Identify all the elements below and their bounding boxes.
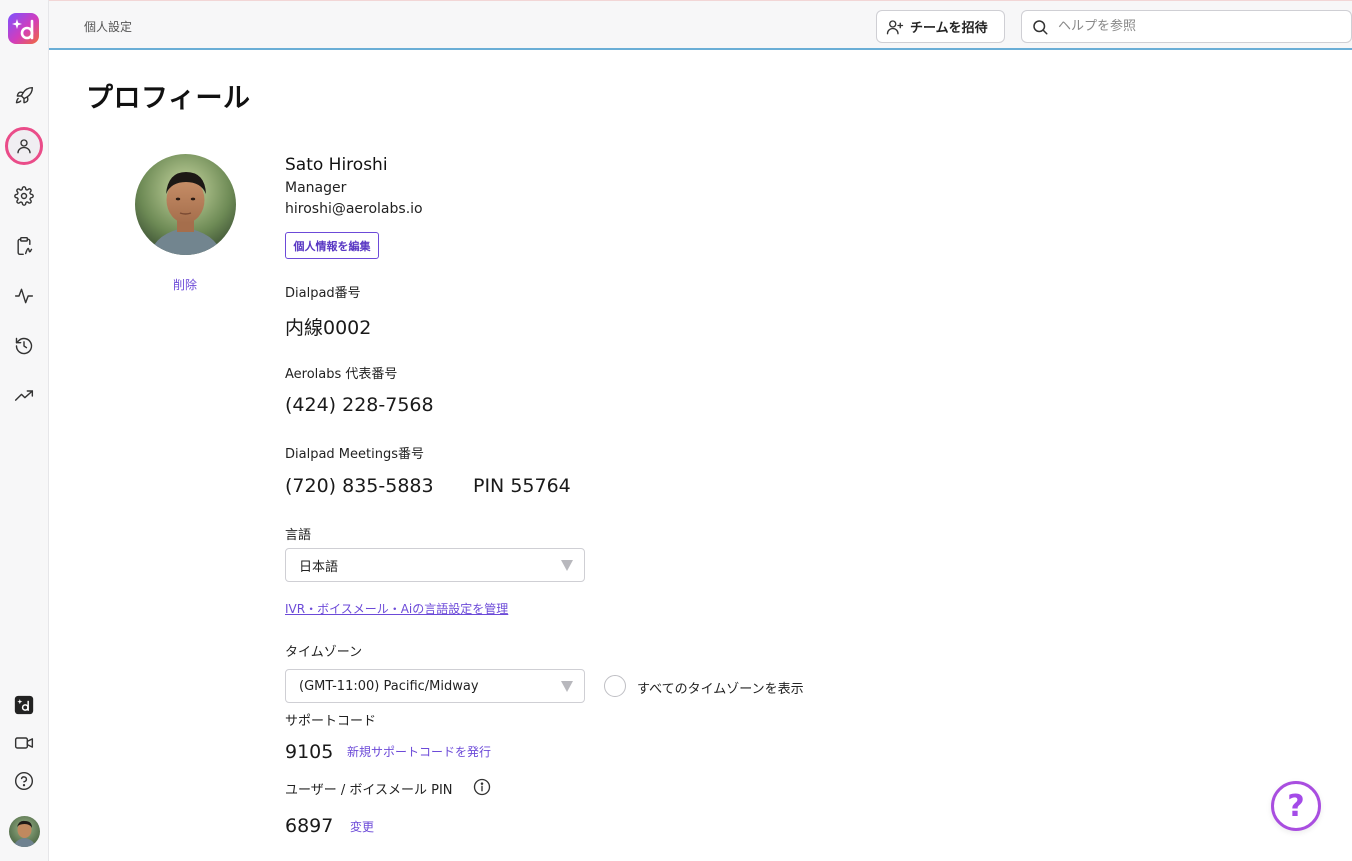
meetings-pin-value: PIN 55764 (473, 475, 571, 497)
timezone-label: タイムゾーン (285, 645, 363, 660)
clipboard-icon[interactable] (12, 234, 36, 258)
change-pin-link[interactable]: 変更 (350, 818, 374, 835)
language-selected-value: 日本語 (299, 559, 339, 575)
meetings-number-label: Dialpad Meetings番号 (285, 447, 424, 462)
meetings-number-value: (720) 835-5883 (285, 475, 434, 497)
show-all-timezones-radio[interactable] (604, 675, 626, 697)
language-label: 言語 (285, 528, 312, 543)
top-bar: 個人設定 チームを招待 (49, 0, 1352, 50)
help-search[interactable] (1021, 10, 1352, 43)
search-icon (1033, 19, 1048, 34)
profile-name: Sato Hiroshi (285, 155, 388, 175)
profile-role: Manager (285, 180, 347, 196)
breadcrumb: 個人設定 (84, 20, 133, 34)
edit-profile-button[interactable]: 個人情報を編集 (285, 232, 379, 259)
pin-label: ユーザー / ボイスメール PIN (285, 783, 453, 798)
timezone-select[interactable]: (GMT-11:00) Pacific/Midway (285, 669, 585, 703)
caret-down-icon (561, 560, 573, 571)
dialpad-logo[interactable] (8, 13, 39, 44)
rocket-icon[interactable] (12, 84, 36, 108)
caret-down-icon (561, 681, 573, 692)
profile-photo[interactable] (135, 154, 236, 255)
info-icon[interactable] (473, 778, 491, 796)
gear-icon[interactable] (12, 184, 36, 208)
left-rail (0, 0, 49, 861)
manage-language-link[interactable]: IVR・ボイスメール・Aiの言語設定を管理 (285, 600, 508, 617)
video-icon[interactable] (12, 731, 36, 755)
support-code-label: サポートコード (285, 714, 377, 729)
help-button[interactable]: ? (1271, 781, 1321, 831)
history-icon[interactable] (12, 334, 36, 358)
support-code-value: 9105 (285, 741, 334, 763)
profile-email: hiroshi@aerolabs.io (285, 201, 423, 217)
language-select[interactable]: 日本語 (285, 548, 585, 582)
user-icon[interactable] (5, 127, 43, 165)
dialpad-number-value: 内線0002 (285, 317, 372, 339)
dialpad-app-icon[interactable] (12, 693, 36, 717)
user-avatar[interactable] (9, 816, 40, 847)
invite-team-label: チームを招待 (910, 21, 988, 36)
show-all-timezones-label: すべてのタイムゾーンを表示 (637, 682, 804, 697)
dialpad-number-label: Dialpad番号 (285, 286, 361, 301)
main-number-value: (424) 228-7568 (285, 394, 434, 416)
page-title: プロフィール (86, 83, 251, 114)
user-plus-icon (886, 19, 904, 34)
help-circle-icon[interactable] (12, 769, 36, 793)
invite-team-button[interactable]: チームを招待 (876, 10, 1005, 43)
timezone-selected-value: (GMT-11:00) Pacific/Midway (299, 678, 479, 694)
trending-icon[interactable] (12, 384, 36, 408)
main-number-label: Aerolabs 代表番号 (285, 367, 398, 382)
pin-value: 6897 (285, 815, 334, 837)
new-support-code-link[interactable]: 新規サポートコードを発行 (347, 743, 491, 760)
help-search-input[interactable] (1058, 19, 1328, 34)
activity-icon[interactable] (12, 284, 36, 308)
delete-photo-link[interactable]: 削除 (173, 276, 197, 293)
